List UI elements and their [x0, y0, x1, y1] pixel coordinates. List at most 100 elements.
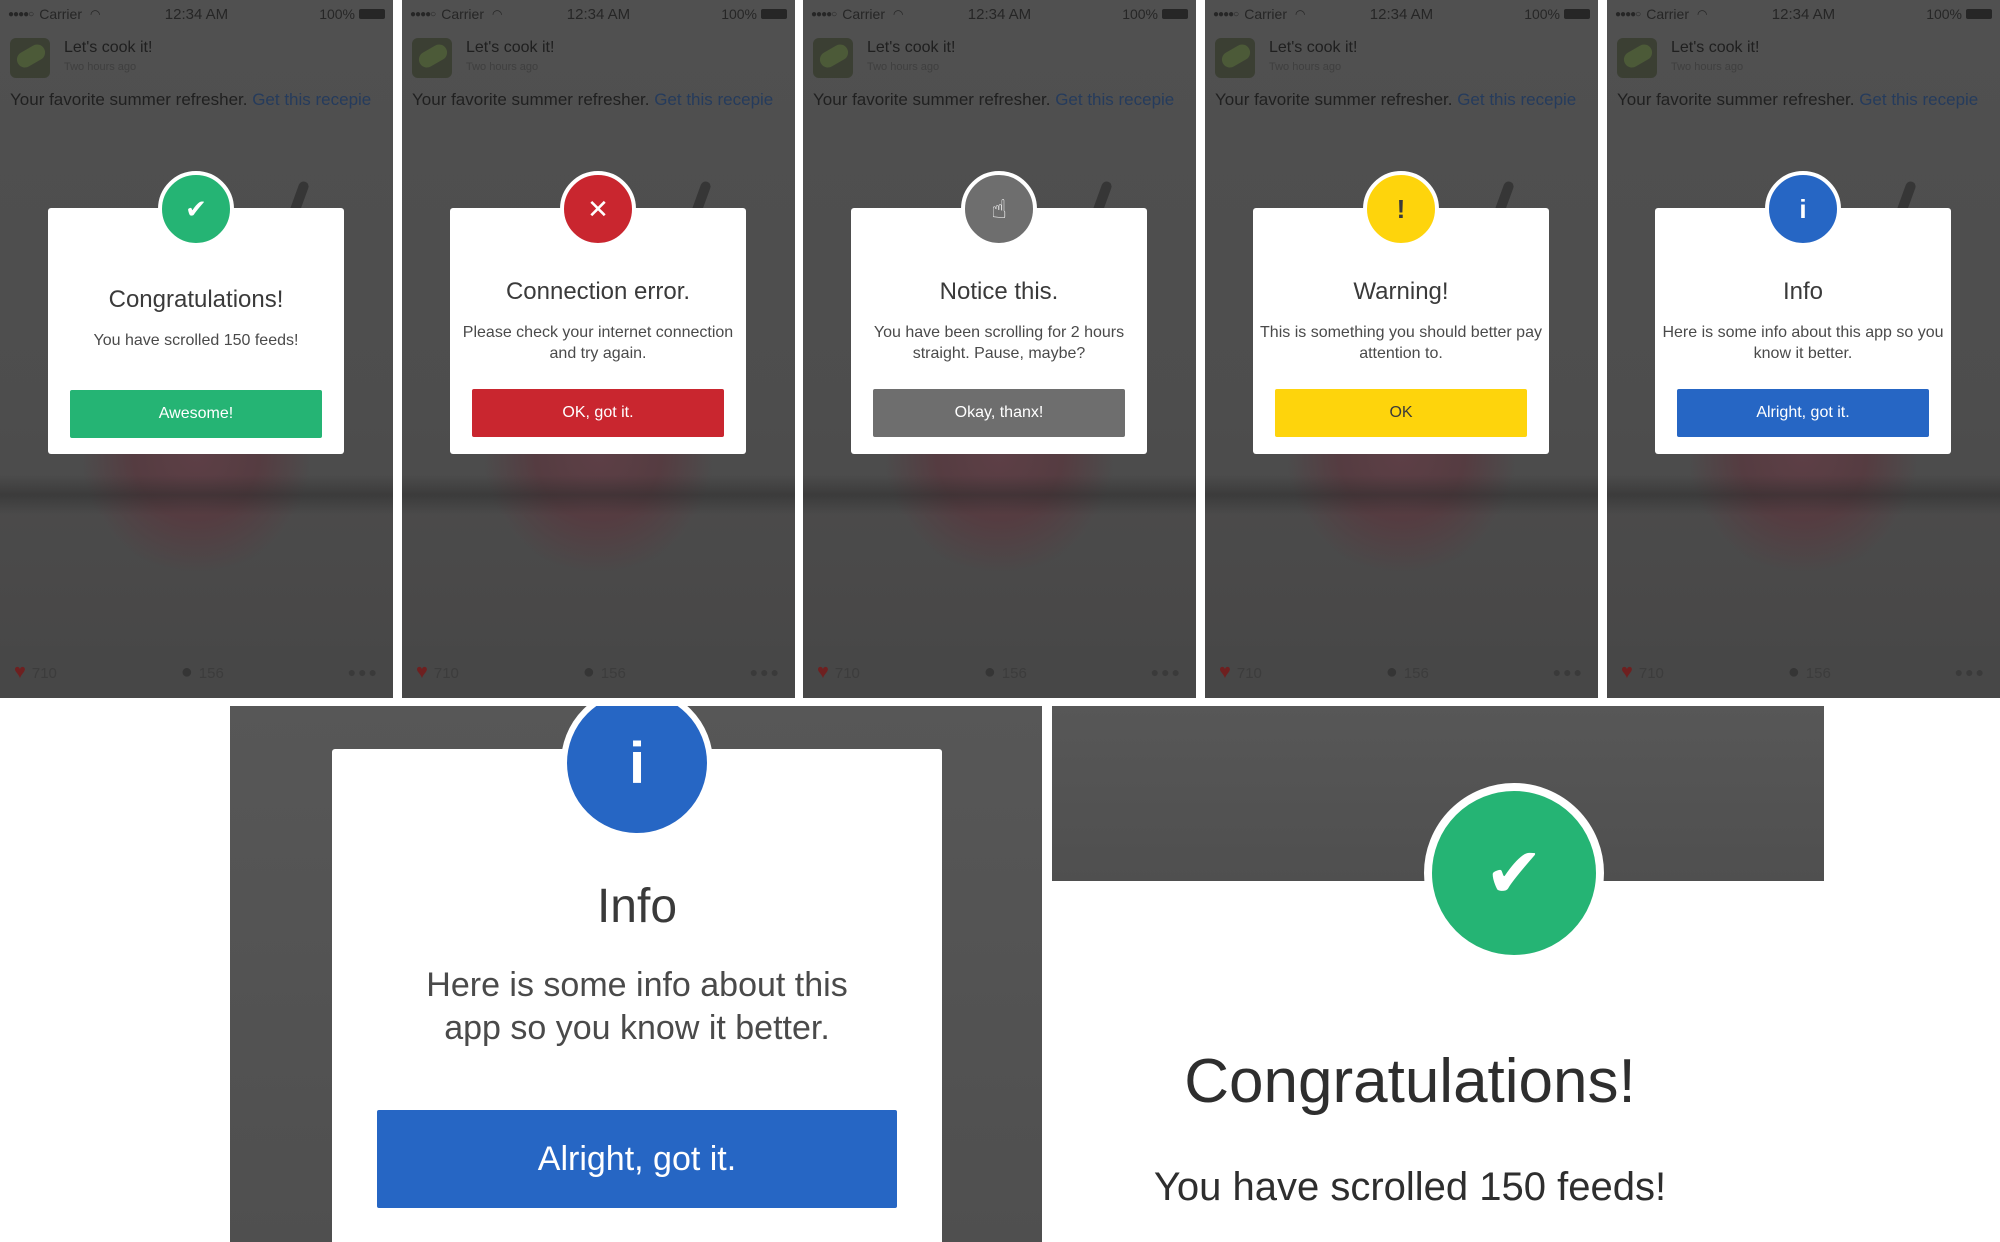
check-icon: ✔: [1424, 783, 1604, 963]
comment-icon: ●: [180, 660, 193, 683]
recipe-link[interactable]: Get this recepie: [252, 90, 371, 109]
wifi-icon: ◠: [1294, 7, 1306, 21]
post-footer: ♥ 710 ● 156 ●●●: [1607, 646, 2000, 698]
post-header: Let's cook it! Two hours ago: [412, 38, 554, 78]
alert-title: Congratulations!: [108, 286, 284, 313]
more-icon[interactable]: ●●●: [750, 664, 781, 680]
signal-icon: ●●●●○: [1213, 8, 1239, 20]
post-caption: Your favorite summer refresher. Get this…: [10, 90, 372, 109]
status-time: 12:34 AM: [1771, 5, 1836, 23]
status-time: 12:34 AM: [164, 5, 229, 23]
recipe-link[interactable]: Get this recepie: [1859, 90, 1978, 109]
alert-dialog: ✕ Connection error. Please check your in…: [450, 171, 746, 454]
carrier-label: Carrier: [39, 6, 82, 22]
alert-message: Here is some info about this app so you …: [1662, 324, 1944, 362]
carrier-label: Carrier: [441, 6, 484, 22]
phone-notice: ●●●●○ Carrier ◠ 12:34 AM 100% Let's cook…: [803, 0, 1196, 698]
carrier-label: Carrier: [842, 6, 885, 22]
more-icon[interactable]: ●●●: [1151, 664, 1182, 680]
post-time: Two hours ago: [1671, 61, 1744, 73]
avatar[interactable]: [10, 38, 50, 78]
post-title: Let's cook it!: [1671, 39, 1760, 56]
like-button[interactable]: ♥ 710: [416, 661, 459, 684]
zoom-success-panel: ✔ Congratulations! You have scrolled 150…: [1052, 706, 1824, 1242]
alert-message: This is something you should better pay …: [1260, 324, 1542, 362]
status-time: 12:34 AM: [566, 5, 631, 23]
alert-message: Here is some info about this app so you …: [426, 966, 848, 1047]
post-header: Let's cook it! Two hours ago: [1617, 38, 1759, 78]
avatar[interactable]: [1215, 38, 1255, 78]
alert-dialog: i Info Here is some info about this app …: [1655, 171, 1951, 454]
comment-icon: ●: [983, 660, 996, 683]
alert-title: Congratulations!: [1184, 1047, 1636, 1116]
post-title: Let's cook it!: [64, 39, 153, 56]
battery-icon: [1162, 9, 1188, 19]
status-bar: ●●●●○ Carrier ◠ 12:34 AM 100%: [410, 5, 787, 23]
alert-message: You have scrolled 150 feeds!: [93, 332, 299, 349]
alert-message: Please check your internet connection an…: [462, 324, 734, 362]
battery-indicator: 100%: [319, 6, 385, 22]
comment-button[interactable]: ● 156: [1386, 661, 1429, 684]
avatar[interactable]: [1617, 38, 1657, 78]
alert-title: Notice this.: [939, 278, 1059, 305]
alert-confirm-button[interactable]: OK, got it.: [472, 389, 724, 437]
wifi-icon: ◠: [89, 7, 101, 21]
comment-icon: ●: [582, 660, 595, 683]
alert-title: Connection error.: [505, 278, 691, 305]
avatar[interactable]: [412, 38, 452, 78]
battery-icon: [359, 9, 385, 19]
zoom-info-panel: i Info Here is some info about this app …: [230, 706, 1042, 1242]
check-icon: ✔: [158, 171, 234, 247]
like-button[interactable]: ♥ 710: [1219, 661, 1262, 684]
post-footer: ♥ 710 ● 156 ●●●: [803, 646, 1196, 698]
battery-icon: [1966, 9, 1992, 19]
post-time: Two hours ago: [867, 61, 940, 73]
heart-icon: ♥: [416, 660, 428, 683]
post-caption: Your favorite summer refresher. Get this…: [1617, 90, 1979, 109]
heart-icon: ♥: [1219, 660, 1231, 683]
carrier-label: Carrier: [1244, 6, 1287, 22]
info-icon: i: [561, 706, 713, 839]
more-icon[interactable]: ●●●: [1955, 664, 1986, 680]
more-icon[interactable]: ●●●: [1553, 664, 1584, 680]
comment-button[interactable]: ● 156: [583, 661, 626, 684]
pointer-hand-icon: ☝: [961, 171, 1037, 247]
comment-button[interactable]: ● 156: [984, 661, 1027, 684]
phone-info: ●●●●○ Carrier ◠ 12:34 AM 100% Let's cook…: [1607, 0, 2000, 698]
comment-button[interactable]: ● 156: [181, 661, 224, 684]
recipe-link[interactable]: Get this recepie: [1457, 90, 1576, 109]
phone-error: ●●●●○ Carrier ◠ 12:34 AM 100% Let's cook…: [402, 0, 795, 698]
heart-icon: ♥: [1621, 660, 1633, 683]
avatar[interactable]: [813, 38, 853, 78]
status-bar: ●●●●○ Carrier ◠ 12:34 AM 100%: [811, 6, 1188, 23]
alert-title: Info: [596, 880, 678, 933]
recipe-link[interactable]: Get this recepie: [1055, 90, 1174, 109]
status-time: 12:34 AM: [1369, 5, 1434, 23]
carrier-label: Carrier: [1646, 6, 1689, 22]
post-footer: ♥ 710 ● 156 ●●●: [402, 646, 795, 698]
post-header: Let's cook it! Two hours ago: [813, 38, 955, 78]
more-icon[interactable]: ●●●: [348, 664, 379, 680]
recipe-link[interactable]: Get this recepie: [654, 90, 773, 109]
alert-confirm-button[interactable]: OK: [1275, 389, 1527, 437]
like-button[interactable]: ♥ 710: [14, 661, 57, 684]
alert-confirm-button[interactable]: Okay, thanx!: [873, 389, 1125, 437]
alert-dialog: ! Warning! This is something you should …: [1253, 171, 1549, 454]
like-button[interactable]: ♥ 710: [817, 661, 860, 684]
like-button[interactable]: ♥ 710: [1621, 661, 1664, 684]
comment-button[interactable]: ● 156: [1788, 661, 1831, 684]
battery-icon: [1564, 9, 1590, 19]
post-caption: Your favorite summer refresher. Get this…: [1215, 90, 1577, 109]
status-bar: ●●●●○ Carrier ◠ 12:34 AM 100%: [1615, 5, 1992, 23]
alert-confirm-button[interactable]: Awesome!: [70, 390, 322, 438]
post-footer: ♥ 710 ● 156 ●●●: [1205, 646, 1598, 698]
post-title: Let's cook it!: [867, 39, 956, 56]
heart-icon: ♥: [14, 660, 26, 683]
alert-dialog: ✔ Congratulations! You have scrolled 150…: [1154, 783, 1824, 1242]
info-icon: i: [1765, 171, 1841, 247]
signal-icon: ●●●●○: [811, 8, 837, 20]
alert-confirm-button[interactable]: Alright, got it.: [377, 1110, 897, 1208]
wifi-icon: ◠: [491, 7, 503, 21]
alert-confirm-button[interactable]: Alright, got it.: [1677, 389, 1929, 437]
post-header: Let's cook it! Two hours ago: [1215, 38, 1357, 78]
